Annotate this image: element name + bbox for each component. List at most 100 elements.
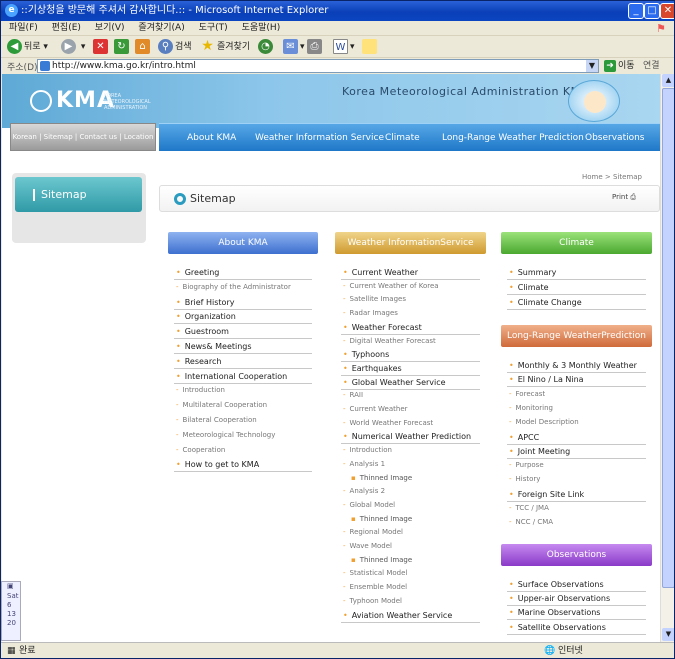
sitemap-link[interactable]: • Organization xyxy=(176,312,236,321)
sitemap-link[interactable]: • Greeting xyxy=(176,268,219,277)
print-button[interactable]: ⎙ xyxy=(307,38,324,56)
sitemap-link[interactable]: • Marine Observations xyxy=(509,608,600,617)
address-input[interactable]: http://www.kma.go.kr/intro.html ▼ xyxy=(37,59,599,73)
scroll-up-icon[interactable]: ▲ xyxy=(662,74,674,87)
sitemap-link[interactable]: • Foreign Site Link xyxy=(509,490,584,499)
sitemap-link[interactable]: - TCC / JMA xyxy=(509,504,549,512)
sitemap-link[interactable]: - Monitoring xyxy=(509,404,553,412)
sitemap-link[interactable]: - Global Model xyxy=(343,501,395,509)
sitemap-link[interactable]: - Wave Model xyxy=(343,542,392,550)
sitemap-link[interactable]: - NCC / CMA xyxy=(509,518,553,526)
column-header-longrange[interactable]: Long-Range WeatherPrediction xyxy=(501,325,652,347)
history-button[interactable]: ◔ xyxy=(258,38,275,56)
menu-view[interactable]: 보기(V) xyxy=(95,23,125,33)
column-header-weather[interactable]: Weather InformationService xyxy=(335,232,486,254)
kma-logo[interactable]: KMA xyxy=(30,88,115,113)
sitemap-link[interactable]: • Numerical Weather Prediction xyxy=(343,432,471,441)
util-sitemap[interactable]: Sitemap xyxy=(44,133,73,141)
search-button[interactable]: ⚲ 검색 xyxy=(158,38,192,56)
sidebar-sitemap[interactable]: Sitemap xyxy=(15,177,142,212)
home-button[interactable]: ⌂ xyxy=(135,38,152,56)
print-link[interactable]: Print ⎙ xyxy=(612,193,636,202)
scroll-down-icon[interactable]: ▼ xyxy=(662,628,674,641)
edit-button[interactable]: W ▾ xyxy=(333,38,355,56)
sitemap-link[interactable]: • Brief History xyxy=(176,298,234,307)
sitemap-link[interactable]: - Statistical Model xyxy=(343,569,407,577)
nav-weather[interactable]: Weather Information Service xyxy=(255,124,384,152)
sitemap-link[interactable]: - Meteorological Technology xyxy=(176,431,275,439)
stop-button[interactable]: ✕ xyxy=(93,38,110,56)
sitemap-link[interactable]: - Biography of the Administrator xyxy=(176,283,291,291)
sitemap-link[interactable]: • Earthquakes xyxy=(343,364,402,373)
menu-help[interactable]: 도움말(H) xyxy=(242,23,281,33)
forward-button[interactable]: ▶ ▾ xyxy=(61,38,85,56)
sitemap-link[interactable]: • Research xyxy=(176,357,221,366)
maximize-button[interactable]: □ xyxy=(644,3,660,19)
links-button[interactable]: 연결 xyxy=(643,59,660,73)
sitemap-link[interactable]: - RAII xyxy=(343,391,363,399)
vertical-scrollbar[interactable]: ▲ ▼ xyxy=(660,74,674,642)
sitemap-link[interactable]: - Analysis 2 xyxy=(343,487,385,495)
menu-edit[interactable]: 편집(E) xyxy=(52,23,81,33)
mail-button[interactable]: ✉ ▾ xyxy=(283,38,305,56)
sitemap-link[interactable]: - Regional Model xyxy=(343,528,403,536)
sitemap-link[interactable]: - Ensemble Model xyxy=(343,583,407,591)
scroll-thumb[interactable] xyxy=(662,88,674,588)
sitemap-link[interactable]: • Guestroom xyxy=(176,327,229,336)
menu-tools[interactable]: 도구(T) xyxy=(199,23,228,33)
sitemap-link[interactable]: • Joint Meeting xyxy=(509,447,570,456)
sitemap-link[interactable]: • How to get to KMA xyxy=(176,460,259,469)
util-location[interactable]: Location xyxy=(124,133,154,141)
sitemap-link[interactable]: - Multilateral Cooperation xyxy=(176,401,267,409)
sitemap-link[interactable]: - World Weather Forecast xyxy=(343,419,433,427)
menu-file[interactable]: 파일(F) xyxy=(9,23,38,33)
sitemap-link[interactable]: - Model Description xyxy=(509,418,579,426)
address-dropdown-icon[interactable]: ▼ xyxy=(586,60,598,72)
util-contact[interactable]: Contact us xyxy=(79,133,117,141)
sitemap-link[interactable]: - Introduction xyxy=(343,446,392,454)
sitemap-link[interactable]: • News& Meetings xyxy=(176,342,252,351)
sitemap-link[interactable]: - Satellite Images xyxy=(343,295,406,303)
sitemap-link[interactable]: • Current Weather xyxy=(343,268,418,277)
sitemap-link[interactable]: - Current Weather of Korea xyxy=(343,282,439,290)
minimize-button[interactable]: _ xyxy=(628,3,644,19)
sitemap-link[interactable]: - Cooperation xyxy=(176,446,225,454)
sitemap-link[interactable]: - Typhoon Model xyxy=(343,597,402,605)
sitemap-link[interactable]: ▪ Thinned Image xyxy=(351,556,412,564)
sitemap-link[interactable]: • Climate Change xyxy=(509,298,582,307)
sitemap-link[interactable]: • Surface Observations xyxy=(509,580,604,589)
sitemap-link[interactable]: • Upper-air Observations xyxy=(509,594,610,603)
sitemap-link[interactable]: - Current Weather xyxy=(343,405,408,413)
sitemap-link[interactable]: - Forecast xyxy=(509,390,545,398)
column-header-climate[interactable]: Climate xyxy=(501,232,652,254)
sitemap-link[interactable]: - Bilateral Cooperation xyxy=(176,416,257,424)
sitemap-link[interactable]: • Climate xyxy=(509,283,549,292)
sitemap-link[interactable]: - Purpose xyxy=(509,461,544,469)
sitemap-link[interactable]: • Global Weather Service xyxy=(343,378,446,387)
menu-favorites[interactable]: 즐겨찾기(A) xyxy=(138,23,184,33)
sitemap-link[interactable]: - Digital Weather Forecast xyxy=(343,337,436,345)
sitemap-link[interactable]: • International Cooperation xyxy=(176,372,287,381)
nav-about[interactable]: About KMA xyxy=(187,124,236,152)
close-button[interactable]: ✕ xyxy=(660,3,674,19)
nav-observations[interactable]: Observations xyxy=(585,124,645,152)
sitemap-link[interactable]: ▪ Thinned Image xyxy=(351,474,412,482)
sitemap-link[interactable]: • Weather Forecast xyxy=(343,323,422,332)
nav-climate[interactable]: Climate xyxy=(385,124,420,152)
sitemap-link[interactable]: - History xyxy=(509,475,540,483)
sitemap-link[interactable]: • APCC xyxy=(509,433,539,442)
sitemap-link[interactable]: • El Nino / La Nina xyxy=(509,375,584,384)
sitemap-link[interactable]: • Summary xyxy=(509,268,556,277)
refresh-button[interactable]: ↻ xyxy=(114,38,131,56)
sitemap-link[interactable]: - Radar Images xyxy=(343,309,398,317)
column-header-observations[interactable]: Observations xyxy=(501,544,652,566)
sitemap-link[interactable]: • Monthly & 3 Monthly Weather xyxy=(509,361,637,370)
sitemap-link[interactable]: • Typhoons xyxy=(343,350,389,359)
sitemap-link[interactable]: - Analysis 1 xyxy=(343,460,385,468)
nav-longrange[interactable]: Long-Range Weather Prediction xyxy=(442,124,584,152)
sitemap-link[interactable]: • Aviation Weather Service xyxy=(343,611,452,620)
sitemap-link[interactable]: ▪ Thinned Image xyxy=(351,515,412,523)
go-button[interactable]: ➜ 이동 xyxy=(604,59,635,73)
sitemap-link[interactable]: - Introduction xyxy=(176,386,225,394)
util-korean[interactable]: Korean xyxy=(13,133,37,141)
